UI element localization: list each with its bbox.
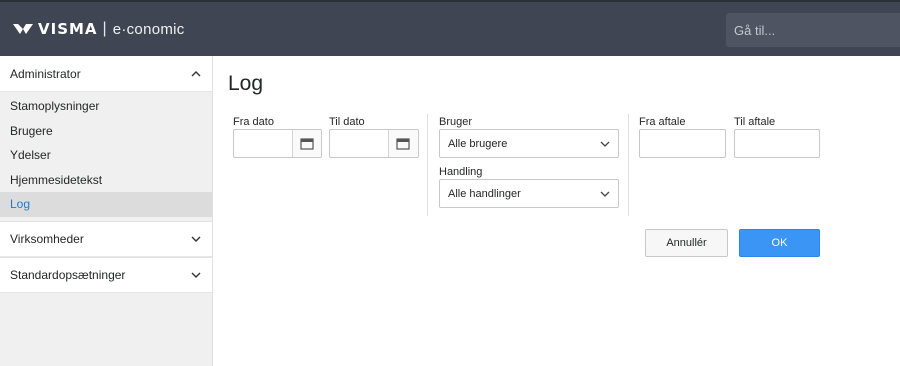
sidebar-group-label: Virksomheder — [10, 231, 84, 246]
chevron-down-icon — [190, 233, 202, 245]
from-agreement-label: Fra aftale — [639, 116, 686, 128]
sidebar-item-label: Brugere — [10, 123, 53, 138]
sidebar-group-label: Administrator — [10, 66, 81, 81]
chevron-down-icon — [600, 191, 610, 197]
sidebar-item-hjemmesidetekst[interactable]: Hjemmesidetekst — [0, 168, 212, 193]
sidebar-item-label: Ydelser — [10, 148, 51, 163]
user-select-value: Alle brugere — [448, 137, 508, 150]
sidebar-item-label: Stamoplysninger — [10, 99, 100, 114]
chevron-down-icon — [600, 141, 610, 147]
to-date-label: Til dato — [329, 116, 365, 128]
sidebar-item-stamoplysninger[interactable]: Stamoplysninger — [0, 94, 212, 119]
divider — [628, 114, 629, 216]
action-select-value: Alle handlinger — [448, 187, 521, 200]
product-name: e·conomic — [112, 20, 185, 38]
chevron-up-icon — [190, 68, 202, 80]
sidebar-item-brugere[interactable]: Brugere — [0, 119, 212, 144]
chevron-down-icon — [190, 269, 202, 281]
calendar-icon[interactable] — [292, 130, 321, 157]
to-agreement-label: Til aftale — [734, 116, 776, 128]
user-label: Bruger — [439, 116, 473, 128]
to-agreement-input[interactable] — [734, 129, 820, 158]
top-bar: VISMA | e·conomic — [0, 0, 900, 56]
administrator-menu: Stamoplysninger Brugere Ydelser Hjemmesi… — [0, 92, 212, 217]
user-select[interactable]: Alle brugere — [439, 129, 619, 158]
sidebar-group-virksomheder[interactable]: Virksomheder — [0, 220, 212, 257]
sidebar-item-label: Log — [10, 197, 31, 212]
from-date-field — [233, 129, 322, 158]
from-date-input[interactable] — [234, 130, 292, 157]
sidebar: Administrator Stamoplysninger Brugere Yd… — [0, 56, 213, 366]
sidebar-item-log[interactable]: Log — [0, 192, 212, 217]
to-date-input[interactable] — [330, 130, 388, 157]
sidebar-item-ydelser[interactable]: Ydelser — [0, 143, 212, 168]
calendar-icon[interactable] — [388, 130, 417, 157]
ok-button[interactable]: OK — [739, 229, 820, 257]
to-date-field — [329, 129, 419, 158]
visma-economic-logo[interactable]: VISMA | e·conomic — [12, 19, 185, 39]
action-select[interactable]: Alle handlinger — [439, 179, 619, 208]
sidebar-item-label: Hjemmesidetekst — [10, 172, 103, 187]
sidebar-group-administrator[interactable]: Administrator — [0, 56, 212, 92]
from-date-label: Fra dato — [233, 116, 274, 128]
divider — [427, 114, 428, 216]
visma-logo-icon — [13, 24, 33, 34]
sidebar-group-label: Standardopsætninger — [10, 267, 126, 282]
goto-search-input[interactable] — [726, 13, 900, 47]
action-label: Handling — [439, 166, 483, 178]
brand-name: VISMA — [38, 20, 98, 38]
cancel-button[interactable]: Annullér — [645, 229, 728, 257]
from-agreement-input[interactable] — [639, 129, 726, 158]
brand-separator: | — [102, 20, 107, 37]
main-content: Log Fra dato Til dato Bruger Alle bruger… — [214, 56, 900, 366]
page-title: Log — [228, 72, 264, 95]
sidebar-group-standardopsaetninger[interactable]: Standardopsætninger — [0, 256, 212, 293]
